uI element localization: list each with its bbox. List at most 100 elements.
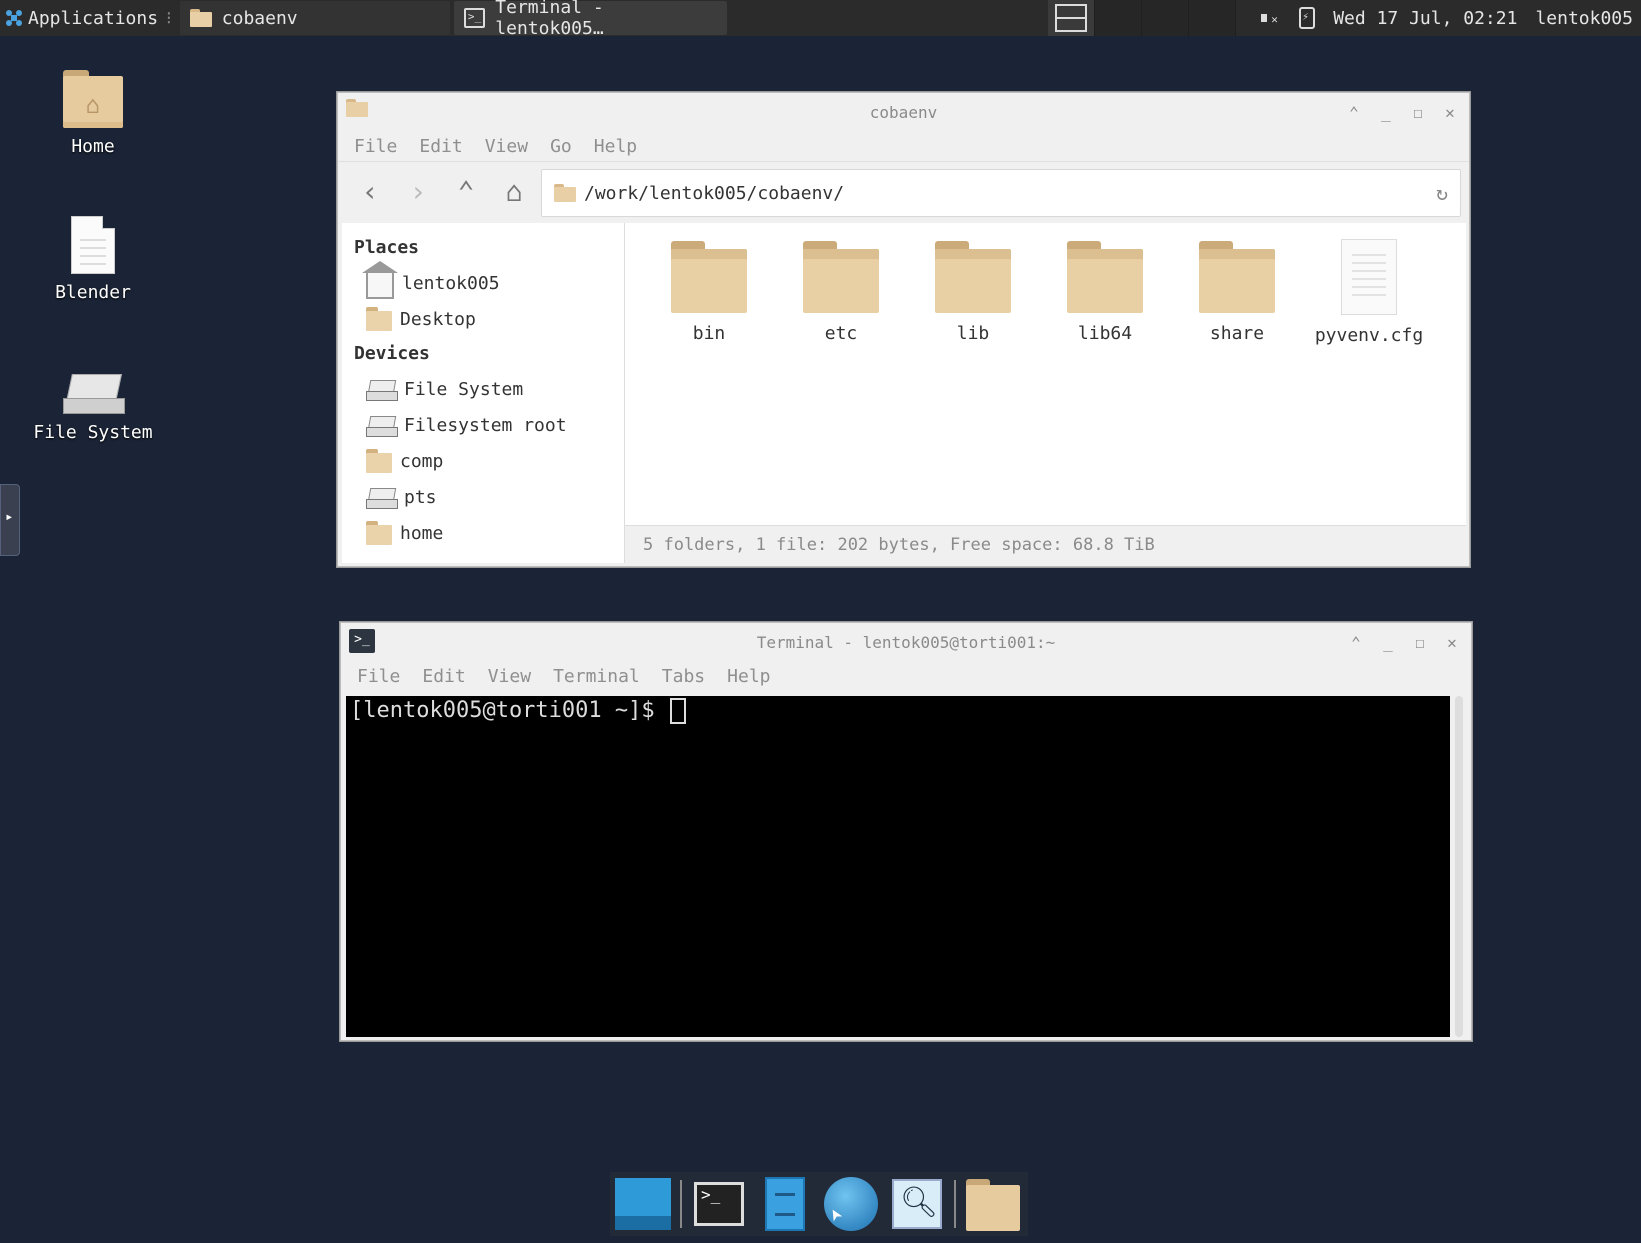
folder-icon: [671, 239, 747, 313]
workspace-switcher[interactable]: [1048, 0, 1238, 36]
back-icon[interactable]: ‹: [356, 175, 384, 208]
location-bar[interactable]: /work/lentok005/cobaenv/ ↻: [541, 169, 1461, 217]
menu-edit[interactable]: Edit: [422, 666, 465, 687]
parent-folder-icon[interactable]: ⌃: [452, 175, 480, 208]
file-item-label: lib: [956, 323, 990, 344]
sidebar-item-home[interactable]: home: [354, 515, 624, 551]
close-button[interactable]: ✕: [1441, 103, 1459, 122]
sidebar-item-file-system[interactable]: File System: [354, 371, 624, 407]
workspace-2[interactable]: [1095, 0, 1142, 36]
terminal-output[interactable]: [lentok005@torti001 ~]$: [346, 696, 1450, 1037]
file-manager-window: cobaenv ⌃ _ ☐ ✕ File Edit View Go Help ‹…: [337, 92, 1470, 567]
applications-menu-button[interactable]: Applications ⁝: [0, 0, 176, 36]
menu-file[interactable]: File: [354, 136, 397, 157]
sidebar-item-comp[interactable]: comp: [354, 443, 624, 479]
maximize-button[interactable]: ☐: [1411, 633, 1429, 652]
dock-terminal[interactable]: >_: [690, 1175, 748, 1233]
menu-view[interactable]: View: [485, 136, 528, 157]
menu-view[interactable]: View: [488, 666, 531, 687]
workspace-4[interactable]: [1189, 0, 1236, 36]
user-menu[interactable]: lentok005: [1535, 8, 1633, 29]
taskbar-item-label: Terminal - lentok005…: [495, 0, 604, 39]
status-bar: 5 folders, 1 file: 202 bytes, Free space…: [625, 525, 1466, 563]
window-title: Terminal - lentok005@torti001:~: [756, 632, 1056, 652]
menu-tabs[interactable]: Tabs: [662, 666, 705, 687]
file-item-lib[interactable]: lib: [907, 239, 1039, 346]
menu-edit[interactable]: Edit: [419, 136, 462, 157]
maximize-button[interactable]: ☐: [1409, 103, 1427, 122]
power-manager-icon[interactable]: [1299, 7, 1316, 29]
menu-go[interactable]: Go: [550, 136, 572, 157]
workspace-3[interactable]: [1142, 0, 1189, 36]
drive-icon: [63, 374, 125, 414]
terminal-scrollbar[interactable]: [1455, 696, 1463, 1037]
close-button[interactable]: ✕: [1443, 633, 1461, 652]
desktop-icon-blender[interactable]: Blender: [13, 216, 173, 303]
file-item-label: pyvenv.cfg: [1314, 325, 1424, 346]
file-item-share[interactable]: share: [1171, 239, 1303, 346]
file-manager-body: Places lentok005 Desktop Devices File Sy…: [342, 223, 1466, 563]
dock-app-finder[interactable]: [888, 1175, 946, 1233]
shade-button[interactable]: ⌃: [1347, 633, 1365, 652]
sidebar-item-label: File System: [404, 378, 524, 400]
file-grid: bin etc lib lib64 share pyvenv.cfg: [625, 223, 1466, 346]
volume-muted-icon[interactable]: [1259, 7, 1281, 29]
top-panel: Applications ⁝ cobaenv >_ Terminal - len…: [0, 0, 1641, 39]
sidebar-item-lentok005[interactable]: lentok005: [354, 261, 624, 301]
folder-icon: [366, 449, 392, 473]
home-icon[interactable]: ⌂: [500, 175, 528, 208]
drive-icon: [366, 378, 398, 401]
taskbar-item-cobaenv[interactable]: cobaenv: [179, 1, 450, 35]
folder-icon: [554, 184, 576, 202]
file-item-label: bin: [692, 323, 726, 344]
file-item-label: lib64: [1077, 323, 1133, 344]
dock-web-browser[interactable]: [822, 1175, 880, 1233]
folder-icon: [189, 9, 212, 27]
document-icon: [71, 216, 115, 274]
home-folder-icon: [964, 1177, 1022, 1231]
taskbar-item-terminal[interactable]: >_ Terminal - lentok005…: [453, 0, 727, 39]
sidebar-item-label: home: [400, 522, 444, 544]
menu-file[interactable]: File: [357, 666, 400, 687]
desktop-icon-file-system[interactable]: File System: [13, 360, 173, 443]
menu-terminal[interactable]: Terminal: [553, 666, 640, 687]
side-panel-handle[interactable]: [0, 484, 20, 556]
dock-file-manager[interactable]: [756, 1175, 814, 1233]
sidebar-item-desktop[interactable]: Desktop: [354, 301, 624, 337]
terminal-icon: >_: [694, 1182, 744, 1226]
desktop-icon-home[interactable]: ⌂ Home: [13, 70, 173, 157]
clock[interactable]: Wed 17 Jul, 02:21: [1333, 8, 1517, 29]
dock-separator: [954, 1180, 956, 1228]
file-item-lib64[interactable]: lib64: [1039, 239, 1171, 346]
desktop-icon-label: Home: [71, 136, 115, 157]
menu-help[interactable]: Help: [727, 666, 770, 687]
file-manager-icon: [765, 1177, 805, 1231]
sidebar-item-label: lentok005: [402, 272, 500, 294]
reload-icon[interactable]: ↻: [1436, 181, 1448, 205]
sidebar-item-filesystem-root[interactable]: Filesystem root: [354, 407, 624, 443]
location-path: /work/lentok005/cobaenv/: [584, 182, 845, 204]
terminal-titlebar[interactable]: >_ Terminal - lentok005@torti001:~ ⌃ _ ☐…: [341, 623, 1471, 661]
minimize-button[interactable]: _: [1377, 103, 1395, 122]
panel-separator: ⁝: [166, 7, 172, 29]
file-item-bin[interactable]: bin: [643, 239, 775, 346]
minimize-button[interactable]: _: [1379, 633, 1397, 652]
shade-button[interactable]: ⌃: [1345, 103, 1363, 122]
file-manager-titlebar[interactable]: cobaenv ⌃ _ ☐ ✕: [338, 93, 1469, 131]
sidebar-item-label: pts: [404, 486, 437, 508]
file-item-etc[interactable]: etc: [775, 239, 907, 346]
show-desktop-icon: [615, 1178, 671, 1230]
menu-help[interactable]: Help: [594, 136, 637, 157]
dock-home-folder[interactable]: [964, 1175, 1022, 1233]
workspace-1[interactable]: [1048, 0, 1095, 36]
file-view[interactable]: bin etc lib lib64 share pyvenv.cfg 5 fol…: [625, 223, 1466, 563]
window-layout-icon: [1055, 4, 1087, 32]
forward-icon[interactable]: ›: [404, 175, 432, 208]
folder-icon: [346, 99, 374, 123]
desktop-folder-icon: [366, 307, 392, 331]
text-file-icon: [1341, 239, 1397, 315]
dock-show-desktop[interactable]: [614, 1175, 672, 1233]
sidebar-item-pts[interactable]: pts: [354, 479, 624, 515]
file-item-pyvenv-cfg[interactable]: pyvenv.cfg: [1303, 239, 1435, 346]
sidebar-heading-places: Places: [354, 237, 420, 258]
